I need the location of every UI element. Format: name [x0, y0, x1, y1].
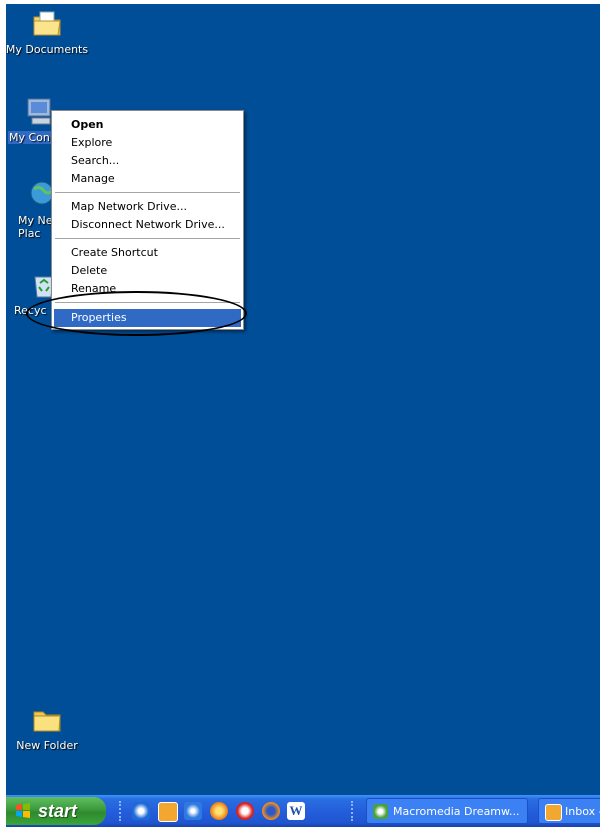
taskbar: start W Macromedia Dreamw... Inbox -	[6, 795, 600, 827]
desktop-icon-label: My Con	[8, 131, 51, 144]
desktop-icon-label: New Folder	[16, 739, 78, 752]
outlook-icon	[545, 804, 562, 821]
menu-separator	[55, 192, 240, 193]
media-player-icon[interactable]	[210, 802, 228, 820]
folder-icon	[33, 711, 61, 732]
menu-item-disconnect-network-drive[interactable]: Disconnect Network Drive...	[54, 216, 241, 234]
word-icon[interactable]: W	[287, 802, 305, 820]
folder-documents-icon	[33, 11, 61, 36]
toolbar-grip[interactable]	[351, 801, 356, 821]
taskbar-button-inbox[interactable]: Inbox -	[538, 798, 600, 824]
menu-item-map-network-drive[interactable]: Map Network Drive...	[54, 198, 241, 216]
start-button[interactable]: start	[6, 797, 106, 825]
desktop-icon-my-documents[interactable]: My Documents	[6, 8, 92, 56]
menu-item-manage[interactable]: Manage	[54, 170, 241, 188]
taskbar-button-dreamweaver[interactable]: Macromedia Dreamw...	[366, 798, 528, 824]
desktop-icon-new-folder[interactable]: New Folder	[6, 704, 92, 752]
start-label: start	[38, 801, 78, 821]
firefox-icon[interactable]	[262, 802, 280, 820]
highlight-ellipse	[26, 291, 247, 336]
menu-item-search[interactable]: Search...	[54, 152, 241, 170]
internet-explorer-icon[interactable]	[132, 802, 150, 820]
desktop: My Documents My Con My Ne Plac Recyc New…	[6, 4, 600, 827]
desktop-icon-label: My Documents	[6, 43, 89, 56]
outlook-icon[interactable]	[158, 802, 178, 822]
opera-icon[interactable]	[236, 802, 254, 820]
menu-item-delete[interactable]: Delete	[54, 262, 241, 280]
taskbar-button-label: Inbox -	[565, 805, 600, 818]
windows-logo-icon	[16, 803, 30, 818]
menu-item-open[interactable]: Open	[54, 116, 241, 134]
menu-separator	[55, 238, 240, 239]
taskbar-button-label: Macromedia Dreamw...	[393, 805, 520, 818]
menu-item-create-shortcut[interactable]: Create Shortcut	[54, 244, 241, 262]
dreamweaver-icon	[373, 804, 388, 819]
browser-icon[interactable]	[184, 802, 202, 820]
menu-item-explore[interactable]: Explore	[54, 134, 241, 152]
toolbar-grip[interactable]	[119, 801, 124, 821]
